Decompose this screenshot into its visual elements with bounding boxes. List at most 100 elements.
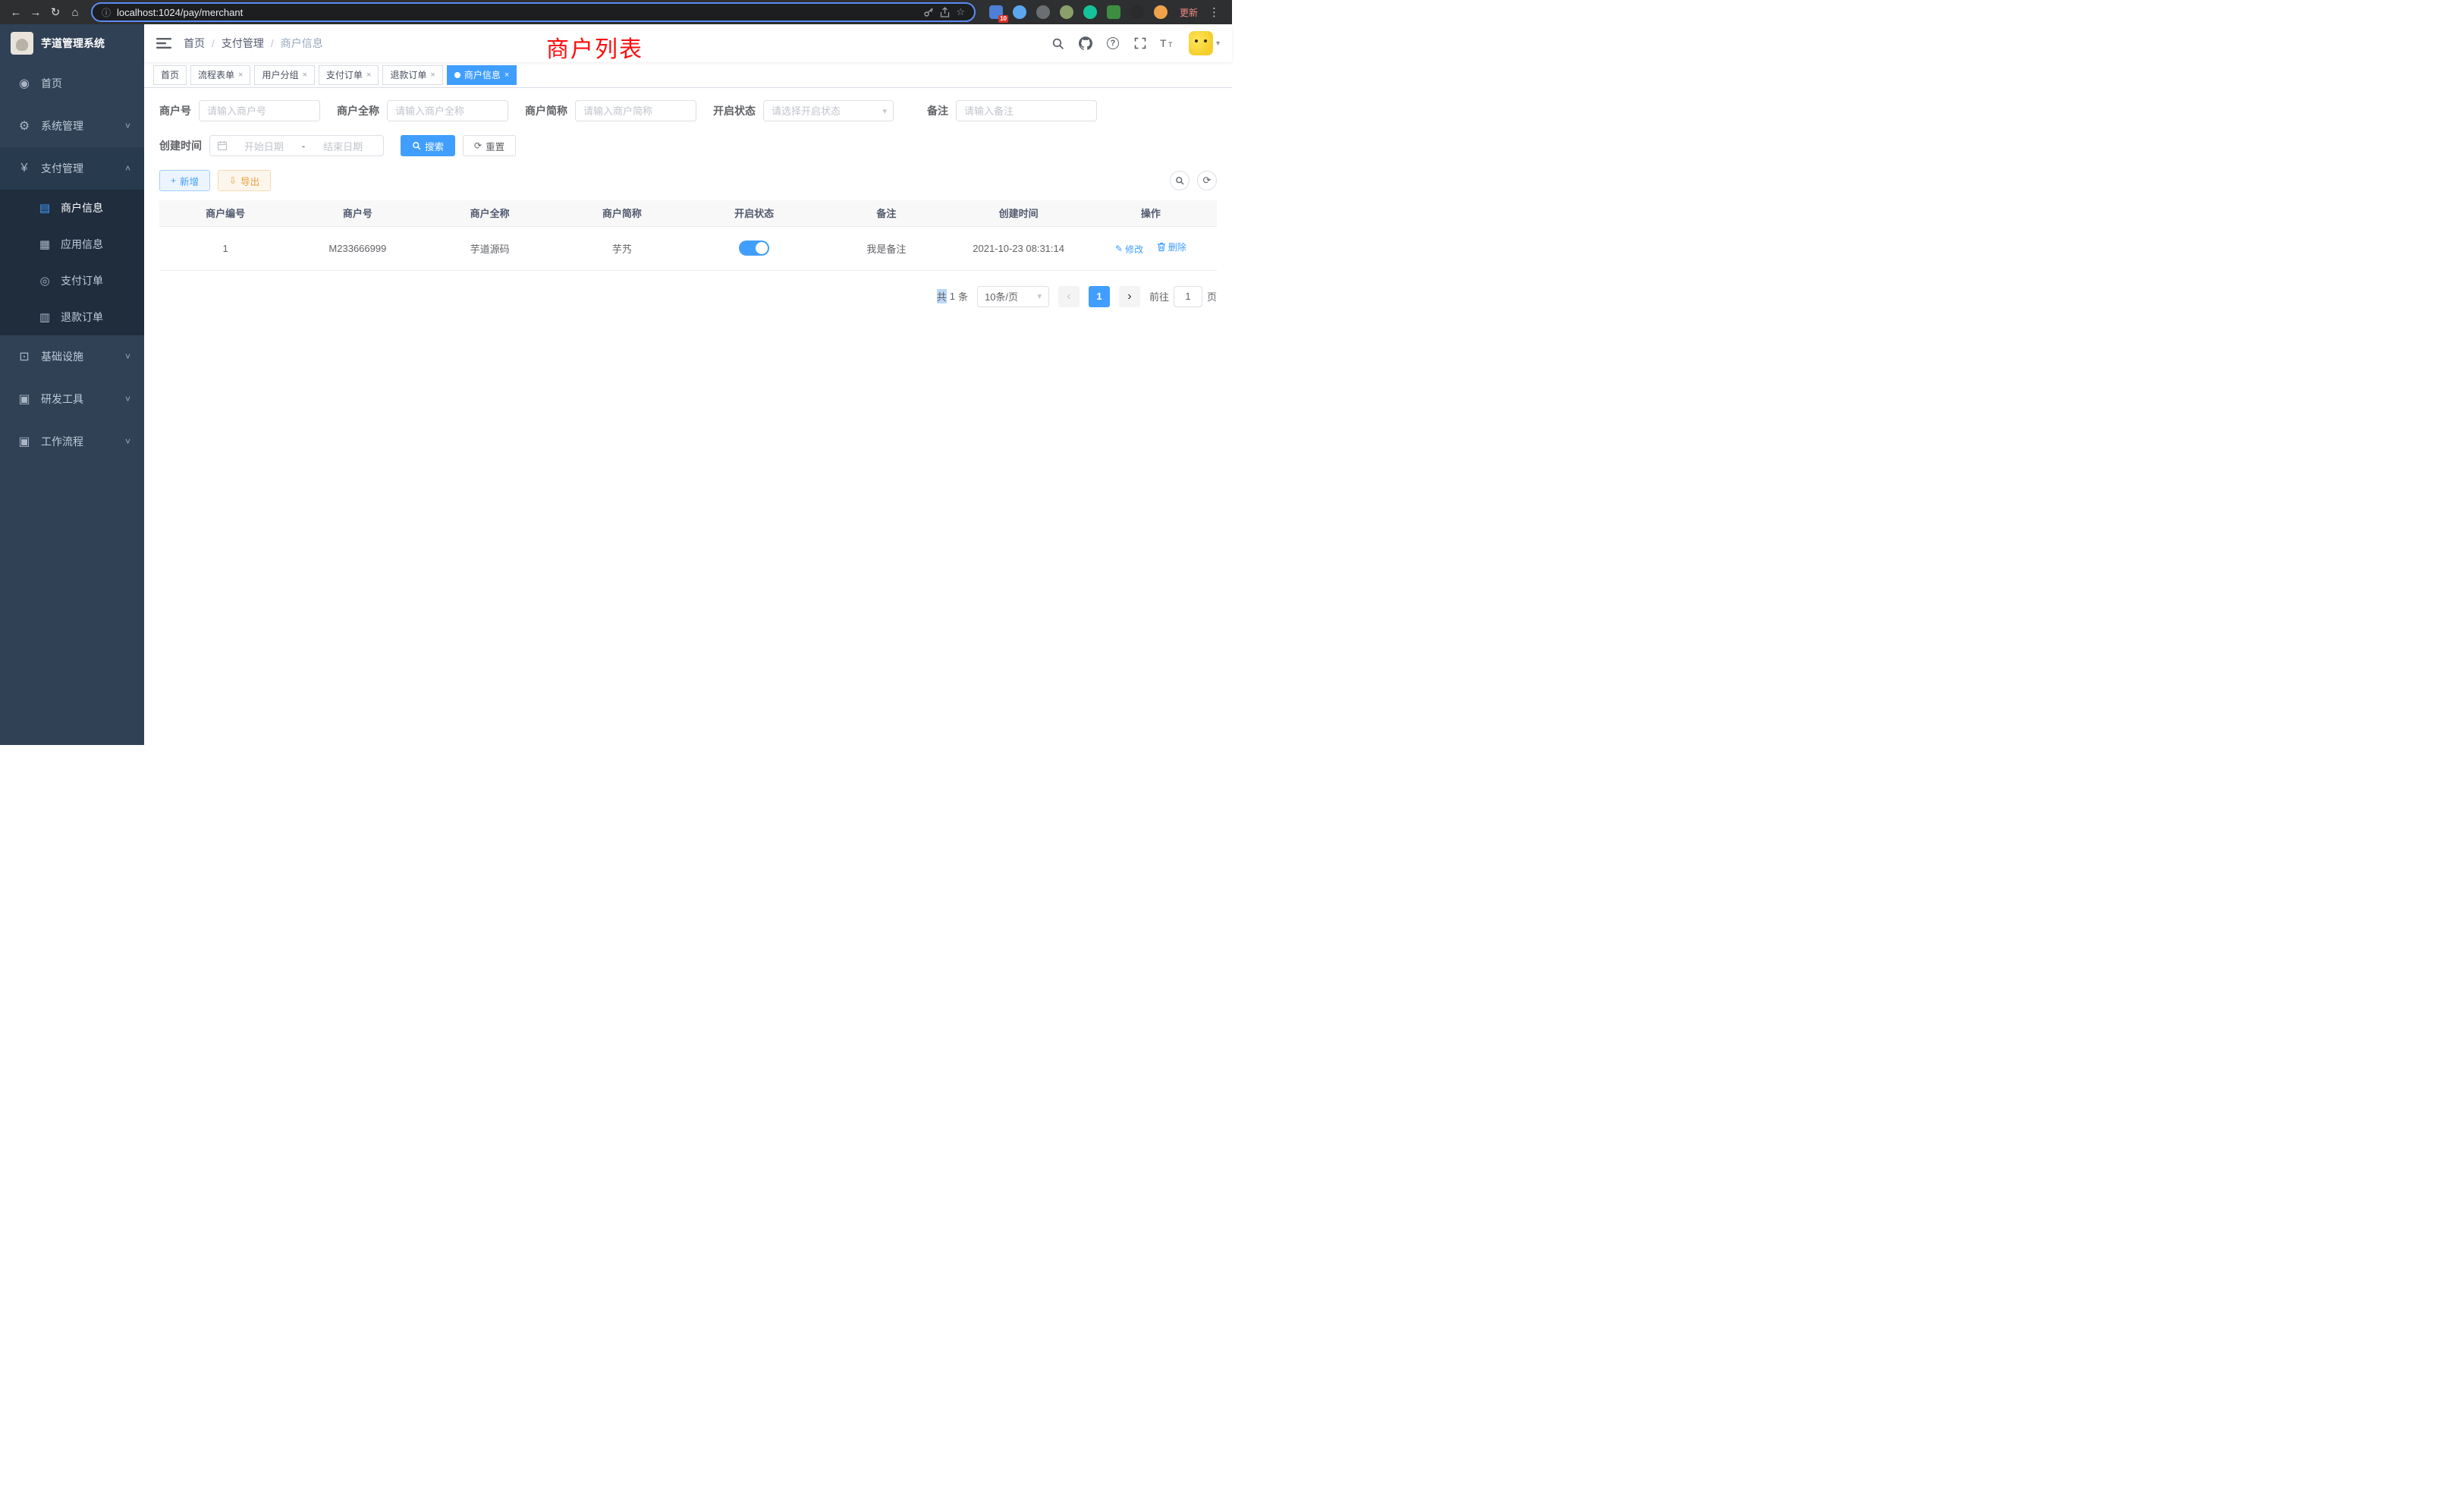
address-bar[interactable]: ⓘ localhost:1024/pay/merchant ☆ [91, 2, 976, 22]
col-create-time: 创建时间 [953, 200, 1085, 226]
extension-icon-4[interactable] [1060, 5, 1073, 19]
tab-user-group[interactable]: 用户分组 × [254, 65, 314, 85]
sidebar-item-dev-tools[interactable]: ▣ 研发工具 ˅ [0, 378, 144, 420]
prev-page-button[interactable]: ‹ [1058, 286, 1080, 307]
grid-icon: ▦ [36, 237, 53, 251]
refresh-table-button[interactable]: ⟳ [1197, 171, 1217, 190]
cell-full-name: 芋道源码 [424, 226, 556, 270]
remark-input[interactable] [956, 100, 1097, 121]
extension-icon-3[interactable] [1036, 5, 1050, 19]
export-button-label: 导出 [240, 174, 259, 188]
back-icon[interactable]: ← [6, 2, 26, 22]
total-suffix: 条 [958, 289, 968, 303]
tab-merchant-info[interactable]: 商户信息 × [447, 65, 517, 85]
filter-row-2: 创建时间 开始日期 - 结束日期 [159, 135, 1217, 156]
fullscreen-icon[interactable] [1127, 24, 1154, 62]
edit-link[interactable]: ✎ 修改 [1115, 243, 1143, 256]
browser-chrome: ← → ↻ ⌂ ⓘ localhost:1024/pay/merchant ☆ … [0, 0, 1232, 24]
export-button[interactable]: ⇩ 导出 [218, 170, 271, 191]
extension-icon-1[interactable]: 10 [989, 5, 1003, 19]
full-name-input[interactable] [387, 100, 508, 121]
close-icon[interactable]: × [366, 71, 371, 80]
pagination-total: 共 1 条 [937, 289, 968, 303]
delete-link[interactable]: 删除 [1157, 240, 1186, 253]
extension-icon-5[interactable] [1083, 5, 1097, 19]
chevron-down-icon: ˅ [125, 351, 130, 362]
caret-down-icon: ▾ [1037, 291, 1042, 301]
toggle-search-button[interactable] [1170, 171, 1190, 190]
goto-label: 前往 [1149, 289, 1169, 303]
edit-label: 修改 [1125, 243, 1143, 256]
page-size-value: 10条/页 [985, 289, 1018, 303]
sidebar-item-infrastructure[interactable]: ⊡ 基础设施 ˅ [0, 335, 144, 378]
close-icon[interactable]: × [238, 71, 243, 80]
browser-update-button[interactable]: 更新 [1180, 6, 1198, 19]
reload-icon[interactable]: ↻ [46, 2, 65, 22]
browser-menu-icon[interactable]: ⋮ [1202, 5, 1226, 19]
extension-icon-2[interactable] [1013, 5, 1026, 19]
share-icon[interactable] [940, 7, 950, 18]
sidebar-item-refund-orders[interactable]: ▥ 退款订单 [0, 299, 144, 335]
page-size-select[interactable]: 10条/页 ▾ [977, 286, 1049, 307]
pagination: 共 1 条 10条/页 ▾ ‹ 1 › 前往 页 [159, 286, 1217, 307]
user-menu[interactable]: ▾ [1189, 31, 1220, 55]
sidebar-item-system[interactable]: ⚙ 系统管理 ˅ [0, 105, 144, 147]
github-icon[interactable] [1072, 24, 1099, 62]
url-text[interactable]: localhost:1024/pay/merchant [117, 7, 917, 18]
sidebar-item-pay-orders[interactable]: ◎ 支付订单 [0, 262, 144, 299]
field-label: 创建时间 [159, 138, 202, 153]
reset-button[interactable]: ⟳ 重置 [463, 135, 516, 156]
help-icon[interactable]: ? [1099, 24, 1127, 62]
font-size-icon[interactable]: TT [1154, 24, 1181, 62]
yen-icon: ¥ [15, 162, 33, 175]
merchant-no-input[interactable] [199, 100, 320, 121]
add-button[interactable]: + 新增 [159, 170, 210, 191]
hamburger-icon[interactable] [156, 37, 171, 49]
add-button-label: 新增 [180, 174, 199, 188]
breadcrumb-separator: / [271, 37, 274, 49]
sidebar-item-home[interactable]: ◉ 首页 [0, 62, 144, 105]
site-info-icon[interactable]: ⓘ [102, 6, 111, 19]
short-name-input[interactable] [575, 100, 696, 121]
extension-icon-7[interactable] [1130, 5, 1144, 19]
search-button[interactable]: 搜索 [401, 135, 455, 156]
close-icon[interactable]: × [302, 71, 306, 80]
breadcrumb-payment[interactable]: 支付管理 [222, 36, 264, 51]
search-button-label: 搜索 [425, 139, 444, 153]
sidebar-item-merchant-info[interactable]: ▤ 商户信息 [0, 190, 144, 226]
current-page-button[interactable]: 1 [1089, 286, 1110, 307]
close-icon[interactable]: × [430, 71, 435, 80]
bookmark-star-icon[interactable]: ☆ [956, 6, 965, 18]
extension-icon-8[interactable] [1154, 5, 1168, 19]
toolbar-right: ⟳ [1170, 171, 1217, 190]
password-key-icon[interactable] [923, 7, 934, 17]
logo-title: 芋道管理系统 [41, 36, 105, 51]
tab-process-form[interactable]: 流程表单 × [190, 65, 250, 85]
breadcrumb-home[interactable]: 首页 [184, 36, 205, 51]
search-icon[interactable] [1045, 24, 1072, 62]
tab-home[interactable]: 首页 [153, 65, 187, 85]
merchant-table: 商户编号 商户号 商户全称 商户简称 开启状态 备注 创建时间 操作 1 [159, 200, 1217, 271]
extension-icon-6[interactable] [1107, 5, 1120, 19]
forward-icon[interactable]: → [26, 2, 46, 22]
tab-pay-orders[interactable]: 支付订单 × [319, 65, 379, 85]
status-select-input[interactable] [763, 100, 894, 121]
next-page-button[interactable]: › [1119, 286, 1140, 307]
status-select[interactable]: ▾ [763, 100, 894, 121]
logo[interactable]: 芋道管理系统 [0, 24, 144, 62]
close-icon[interactable]: × [504, 71, 509, 80]
sidebar-item-payment[interactable]: ¥ 支付管理 ˄ [0, 147, 144, 190]
cell-merchant-no: M233666999 [291, 226, 423, 270]
tab-label: 商户信息 [464, 68, 501, 81]
sidebar-item-workflow[interactable]: ▣ 工作流程 ˅ [0, 420, 144, 463]
date-range-picker[interactable]: 开始日期 - 结束日期 [209, 135, 384, 156]
goto-page-input[interactable] [1174, 286, 1202, 307]
home-icon[interactable]: ⌂ [65, 2, 85, 22]
col-merchant-id: 商户编号 [159, 200, 291, 226]
status-toggle[interactable] [739, 240, 769, 256]
sidebar-item-label: 支付管理 [41, 161, 83, 176]
trash-icon [1157, 242, 1166, 252]
tab-refund-orders[interactable]: 退款订单 × [382, 65, 442, 85]
plus-icon: + [171, 175, 176, 186]
sidebar-item-app-info[interactable]: ▦ 应用信息 [0, 226, 144, 262]
